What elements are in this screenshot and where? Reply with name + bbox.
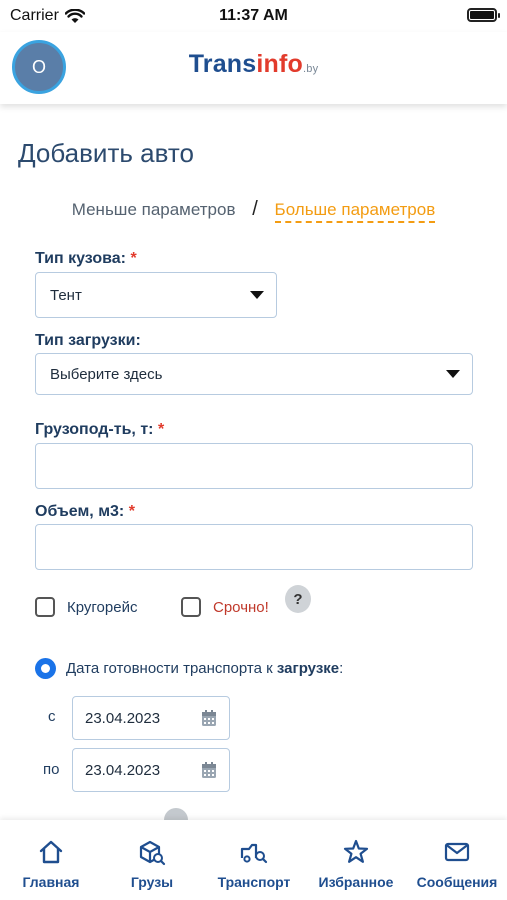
urgent-checkbox[interactable] bbox=[181, 597, 201, 617]
load-type-label-text: Тип загрузки: bbox=[35, 332, 141, 349]
chevron-down-icon bbox=[250, 291, 264, 299]
readiness-radio[interactable] bbox=[35, 658, 56, 679]
nav-label-cargo: Грузы bbox=[130, 874, 174, 890]
volume-label: Объем, м3: * bbox=[35, 503, 135, 521]
app-header: O Transinfo.by bbox=[0, 32, 507, 104]
required-mark: * bbox=[130, 250, 137, 267]
round-trip-checkbox[interactable] bbox=[35, 597, 55, 617]
readiness-label-prefix: Дата готовности транспорта к bbox=[66, 660, 277, 677]
cargo-search-icon bbox=[139, 840, 166, 866]
nav-label-favorites: Избранное bbox=[318, 874, 394, 890]
readiness-label-bold: загрузке bbox=[276, 660, 340, 677]
round-trip-label: Кругорейс bbox=[67, 598, 138, 616]
date-from-value: 23.04.2023 bbox=[85, 709, 161, 727]
star-icon bbox=[343, 839, 369, 863]
load-type-value: Выберите здесь bbox=[50, 365, 163, 383]
calendar-icon[interactable] bbox=[201, 761, 217, 779]
nav-item-transport[interactable]: Транспорт bbox=[212, 820, 296, 900]
readiness-label-suffix: : bbox=[339, 660, 344, 677]
body-type-label-text: Тип кузова: bbox=[35, 250, 126, 267]
calendar-icon[interactable] bbox=[201, 709, 217, 727]
capacity-input[interactable] bbox=[35, 443, 473, 489]
mail-icon bbox=[444, 842, 470, 862]
more-params-link[interactable]: Больше параметров bbox=[274, 200, 436, 223]
date-to-input[interactable]: 23.04.2023 bbox=[72, 748, 230, 792]
logo-accent: info bbox=[256, 50, 304, 78]
volume-label-text: Объем, м3: bbox=[35, 503, 125, 520]
nav-label-messages: Сообщения bbox=[416, 874, 498, 890]
required-mark: * bbox=[128, 503, 135, 520]
nav-item-favorites[interactable]: Избранное bbox=[310, 820, 402, 900]
load-type-select[interactable]: Выберите здесь bbox=[35, 353, 473, 395]
nav-item-home[interactable]: Главная bbox=[12, 820, 90, 900]
readiness-option[interactable]: Дата готовности транспорта к загрузке: bbox=[35, 658, 343, 679]
body-type-select[interactable]: Тент bbox=[35, 272, 277, 318]
body-type-value: Тент bbox=[50, 286, 82, 304]
urgent-label: Срочно! bbox=[213, 598, 269, 616]
capacity-label: Грузопод-ть, т: * bbox=[35, 421, 164, 439]
date-from-prefix: с bbox=[48, 708, 56, 725]
nav-item-cargo[interactable]: Грузы bbox=[112, 820, 192, 900]
chevron-down-icon bbox=[446, 370, 460, 378]
home-icon bbox=[39, 840, 63, 864]
body-type-label: Тип кузова: * bbox=[35, 250, 137, 268]
readiness-label: Дата готовности транспорта к загрузке: bbox=[66, 660, 343, 677]
logo-main: Trans bbox=[188, 50, 257, 78]
help-button[interactable]: ? bbox=[285, 585, 311, 613]
nav-label-transport: Транспорт bbox=[217, 874, 291, 890]
required-mark: * bbox=[157, 421, 165, 438]
round-trip-option[interactable]: Кругорейс bbox=[35, 597, 137, 617]
bottom-nav: Главная Грузы Транспорт Избранное Сообще… bbox=[0, 820, 507, 900]
capacity-label-text: Грузопод-ть, т: bbox=[35, 421, 154, 438]
volume-input[interactable] bbox=[35, 524, 473, 570]
params-switch: Меньше параметров / Больше параметров bbox=[0, 198, 507, 223]
status-time: 11:37 AM bbox=[219, 7, 288, 24]
less-params-link[interactable]: Меньше параметров bbox=[72, 200, 236, 219]
logo-domain: .by bbox=[303, 63, 319, 75]
page-title: Добавить авто bbox=[18, 138, 194, 168]
logo[interactable]: Transinfo.by bbox=[0, 50, 507, 79]
date-to-prefix: по bbox=[43, 761, 60, 778]
status-bar: Carrier 11:37 AM bbox=[0, 0, 507, 32]
nav-label-home: Главная bbox=[22, 874, 80, 890]
date-from-input[interactable]: 23.04.2023 bbox=[72, 696, 230, 740]
urgent-option[interactable]: Срочно! bbox=[181, 597, 269, 617]
load-type-label: Тип загрузки: bbox=[35, 332, 141, 350]
params-separator: / bbox=[252, 198, 258, 220]
battery-icon bbox=[467, 8, 500, 22]
nav-item-messages[interactable]: Сообщения bbox=[410, 820, 504, 900]
truck-search-icon bbox=[240, 843, 268, 864]
date-to-value: 23.04.2023 bbox=[85, 761, 161, 779]
